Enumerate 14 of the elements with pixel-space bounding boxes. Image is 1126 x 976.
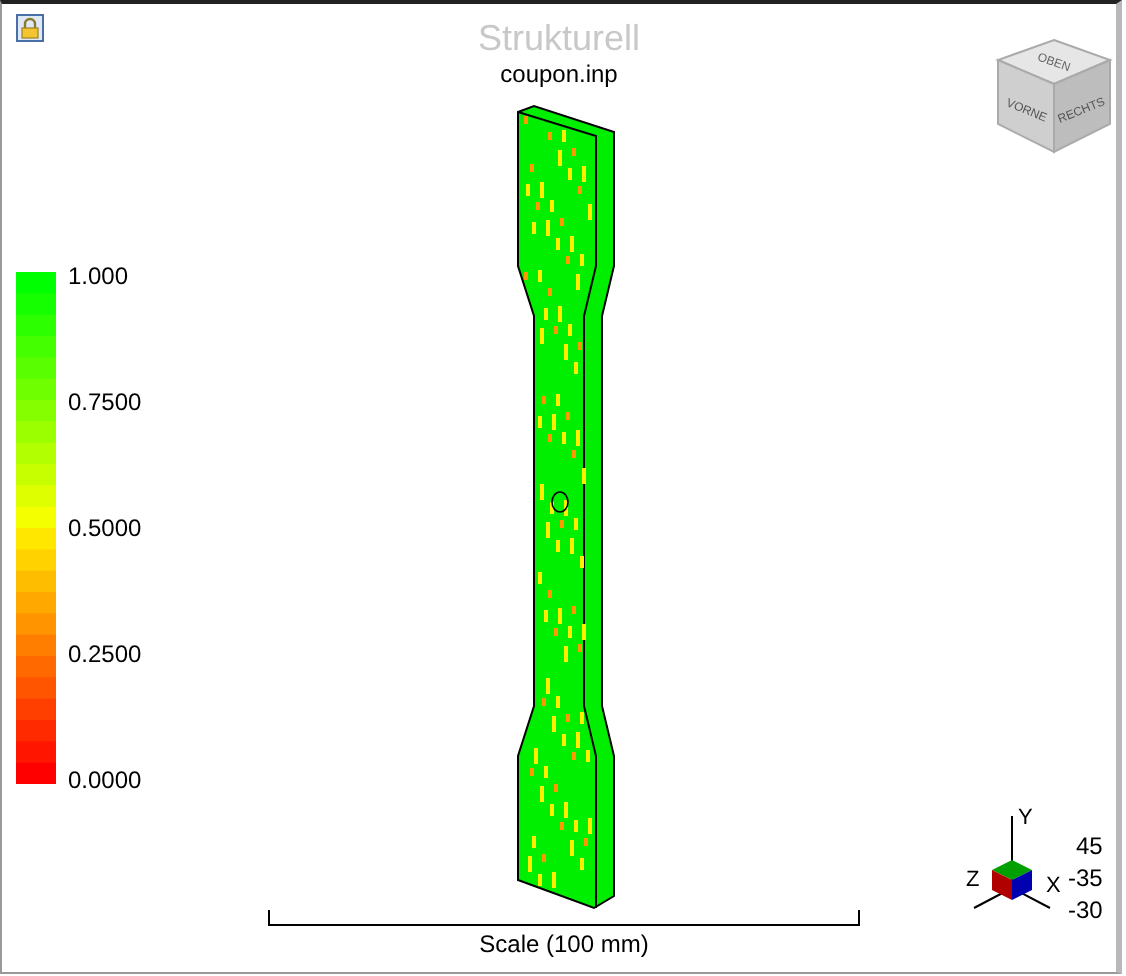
legend-value: 0.7500 bbox=[68, 388, 142, 416]
legend-value: 1.000 bbox=[68, 262, 131, 290]
model-name: coupon.inp bbox=[500, 60, 618, 88]
axis-label: Y bbox=[1018, 808, 1033, 830]
legend-value: 0.2500 bbox=[68, 640, 142, 668]
view-angle: -35 bbox=[1068, 862, 1103, 894]
legend-value: 0.0000 bbox=[68, 766, 142, 794]
axis-label: X bbox=[1046, 876, 1061, 898]
scale-label: Scale (100 mm) bbox=[479, 930, 649, 958]
legend-value: 0.5000 bbox=[68, 514, 142, 542]
axis-label: Z bbox=[966, 870, 980, 892]
view-angle: 45 bbox=[1075, 830, 1103, 862]
view-angle: -30 bbox=[1068, 894, 1103, 926]
lock-icon[interactable] bbox=[16, 14, 44, 42]
